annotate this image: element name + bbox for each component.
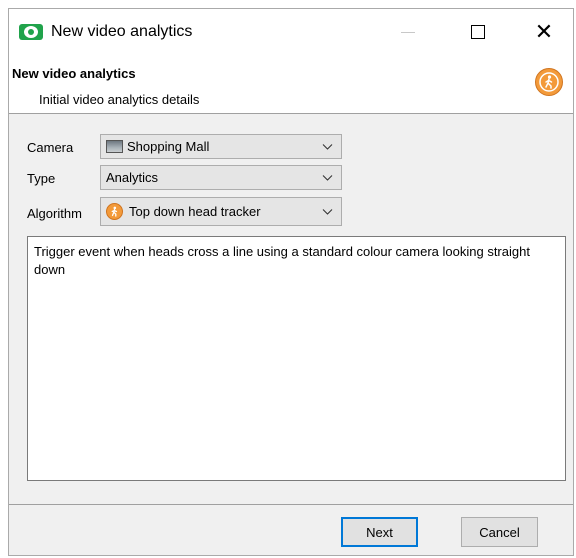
chevron-down-icon (322, 209, 333, 215)
type-value: Analytics (106, 170, 159, 185)
maximize-icon (471, 25, 485, 39)
camera-value: Shopping Mall (127, 139, 210, 154)
type-label: Type (27, 171, 56, 186)
next-button-label: Next (366, 524, 393, 540)
algorithm-select[interactable]: Top down head tracker (100, 197, 342, 226)
minimize-icon (401, 31, 415, 33)
chevron-down-icon (322, 175, 333, 181)
next-button[interactable]: Next (341, 517, 418, 547)
minimize-button[interactable] (385, 9, 431, 55)
algorithm-label: Algorithm (27, 206, 82, 221)
description-box: Trigger event when heads cross a line us… (27, 236, 566, 481)
algorithm-value: Top down head tracker (129, 204, 261, 219)
camera-select[interactable]: Shopping Mall (100, 134, 342, 159)
description-text: Trigger event when heads cross a line us… (34, 244, 530, 277)
type-select[interactable]: Analytics (100, 165, 342, 190)
title-bar[interactable]: New video analytics ✕ (9, 9, 573, 55)
close-icon: ✕ (534, 19, 554, 44)
walking-person-icon (106, 203, 123, 220)
cancel-button-label: Cancel (479, 524, 520, 540)
maximize-button[interactable] (455, 9, 501, 55)
walking-person-icon (535, 68, 563, 96)
close-button[interactable]: ✕ (521, 9, 567, 55)
chevron-down-icon (322, 144, 333, 150)
eye-app-icon (19, 24, 43, 40)
footer-divider (9, 504, 573, 505)
dialog-window: New video analytics ✕ New video analytic… (8, 8, 574, 556)
wizard-header: New video analytics Initial video analyt… (9, 55, 573, 114)
camera-label: Camera (27, 140, 74, 155)
window-title: New video analytics (51, 23, 193, 40)
camera-thumbnail-icon (106, 140, 123, 153)
header-title: New video analytics (12, 66, 136, 81)
cancel-button[interactable]: Cancel (461, 517, 538, 547)
header-subtitle: Initial video analytics details (39, 92, 200, 107)
